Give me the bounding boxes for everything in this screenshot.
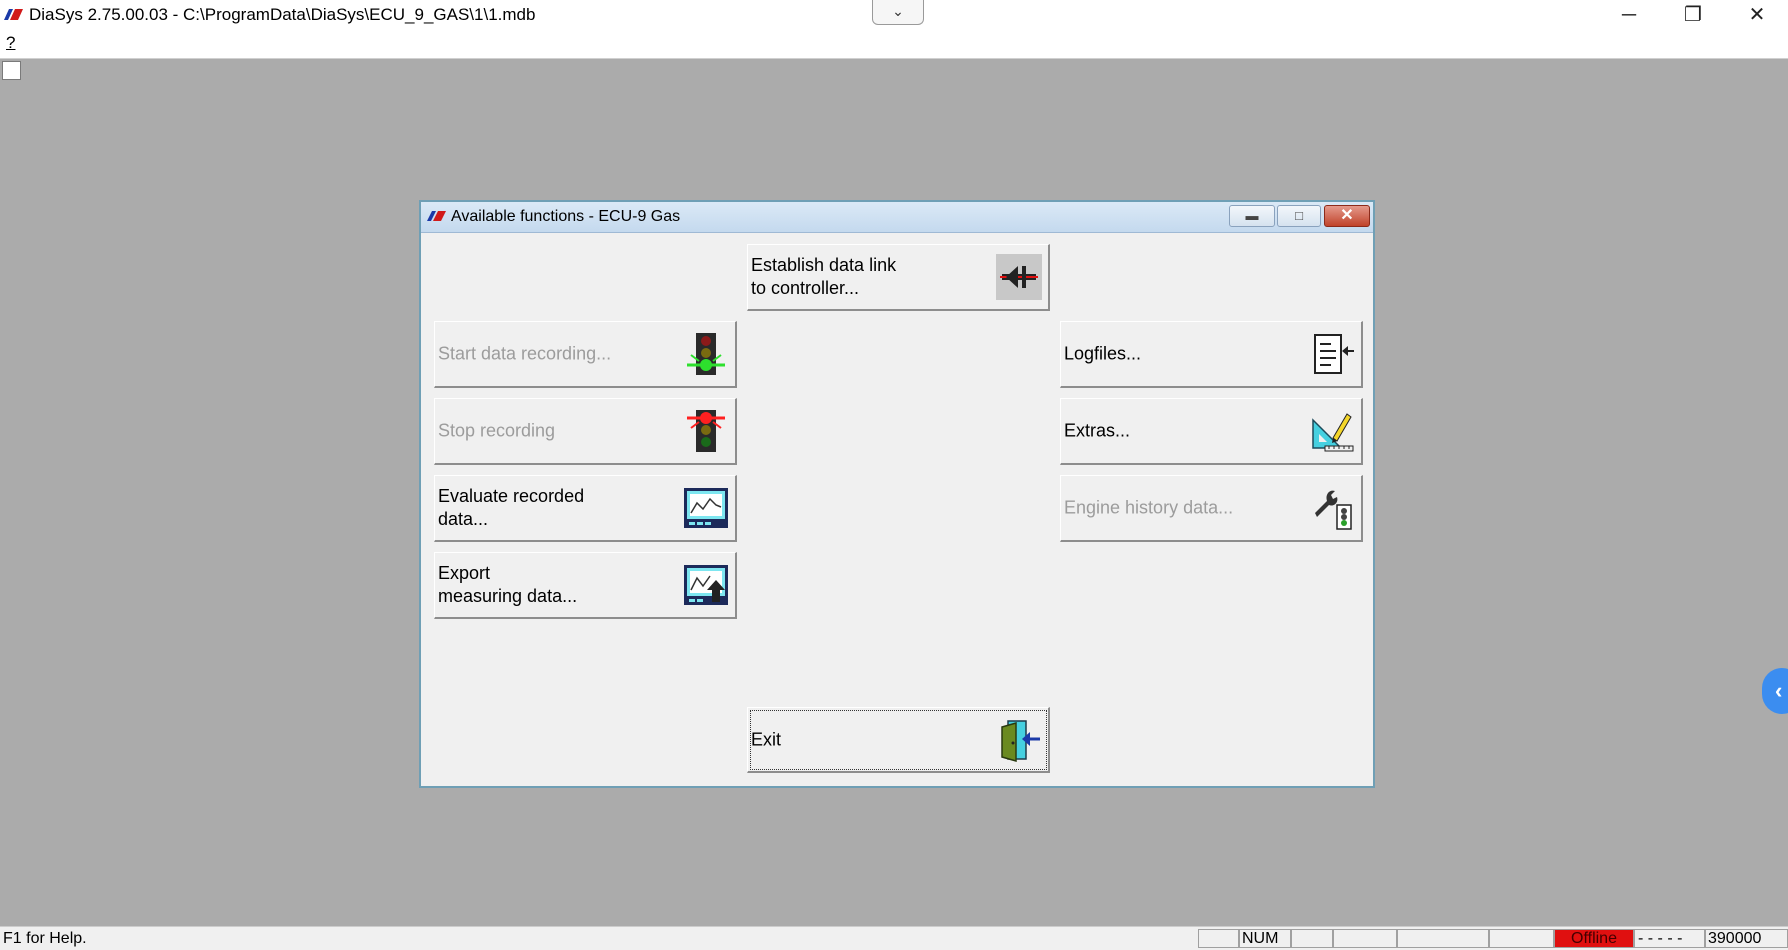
extras-button[interactable]: Extras... (1060, 398, 1363, 465)
dialog-minimize-button[interactable]: ▬ (1229, 205, 1275, 227)
establish-data-link-label: Establish data link to controller... (751, 255, 897, 298)
traffic-light-green-icon (687, 333, 725, 375)
status-pane-blank-5 (1488, 929, 1554, 948)
chevron-left-icon: ‹ (1775, 678, 1783, 703)
close-button[interactable]: ✕ (1724, 0, 1788, 30)
logfiles-label: Logfiles... (1064, 343, 1142, 364)
title-dropdown-button[interactable]: ⌄ (872, 0, 924, 25)
help-hint: F1 for Help. (3, 930, 87, 947)
diasys-logo-icon (4, 9, 23, 20)
export-measuring-data-button[interactable]: Export measuring data... (434, 552, 737, 619)
extras-label: Extras... (1064, 420, 1131, 441)
stop-recording-button[interactable]: Stop recording (434, 398, 737, 465)
mdi-system-box[interactable] (2, 61, 21, 80)
start-recording-label: Start data recording... (438, 343, 612, 364)
engine-history-data-label: Engine history data... (1064, 497, 1234, 518)
chart-export-icon (684, 565, 728, 605)
stop-recording-label: Stop recording (438, 420, 556, 441)
status-pane-blank-1 (1198, 929, 1240, 948)
status-bar: F1 for Help. NUM Offline - - - - - 39000… (0, 926, 1788, 950)
status-pane-dashes: - - - - - (1634, 929, 1706, 948)
engine-history-data-button[interactable]: Engine history data... (1060, 475, 1363, 542)
dialog-title-bar: Available functions - ECU-9 Gas ▬ □ ✕ (421, 202, 1373, 233)
traffic-light-red-icon (687, 410, 725, 452)
dialog-maximize-button[interactable]: □ (1277, 205, 1321, 227)
exit-door-icon (1001, 719, 1040, 762)
restore-button[interactable]: ❐ (1660, 0, 1726, 30)
minimize-button[interactable]: ─ (1596, 0, 1662, 30)
evaluate-recorded-data-button[interactable]: Evaluate recorded data... (434, 475, 737, 542)
available-functions-dialog: Available functions - ECU-9 Gas ▬ □ ✕ Es… (419, 200, 1375, 788)
exit-label: Exit (751, 729, 782, 749)
evaluate-recorded-data-label: Evaluate recorded data... (438, 486, 585, 529)
wrench-traffic-icon (1315, 490, 1352, 530)
dialog-title: Available functions - ECU-9 Gas (451, 208, 681, 225)
logfile-icon (1314, 334, 1354, 374)
exit-button[interactable]: Exit (747, 707, 1050, 773)
menu-bar: ? (0, 30, 1788, 59)
export-measuring-data-label: Export measuring data... (438, 563, 578, 606)
status-pane-blank-3 (1332, 929, 1398, 948)
main-title-bar: DiaSys 2.75.00.03 - C:\ProgramData\DiaSy… (0, 0, 1788, 30)
status-pane-num: NUM (1238, 929, 1292, 948)
triangle-ruler-pencil-icon (1312, 413, 1354, 452)
status-pane-blank-4 (1396, 929, 1490, 948)
plug-connect-icon (996, 254, 1042, 300)
connection-status-badge: Offline (1554, 929, 1634, 948)
diasys-logo-icon (427, 211, 446, 221)
menu-help[interactable]: ? (6, 33, 15, 53)
establish-data-link-button[interactable]: Establish data link to controller... (747, 244, 1050, 311)
status-pane-baud: 390000 (1704, 929, 1788, 948)
chart-monitor-icon (684, 488, 728, 528)
dialog-close-button[interactable]: ✕ (1324, 205, 1370, 227)
start-recording-button[interactable]: Start data recording... (434, 321, 737, 388)
logfiles-button[interactable]: Logfiles... (1060, 321, 1363, 388)
window-title: DiaSys 2.75.00.03 - C:\ProgramData\DiaSy… (29, 5, 536, 24)
status-pane-blank-2 (1290, 929, 1334, 948)
side-expand-tab[interactable]: ‹ (1762, 668, 1788, 714)
